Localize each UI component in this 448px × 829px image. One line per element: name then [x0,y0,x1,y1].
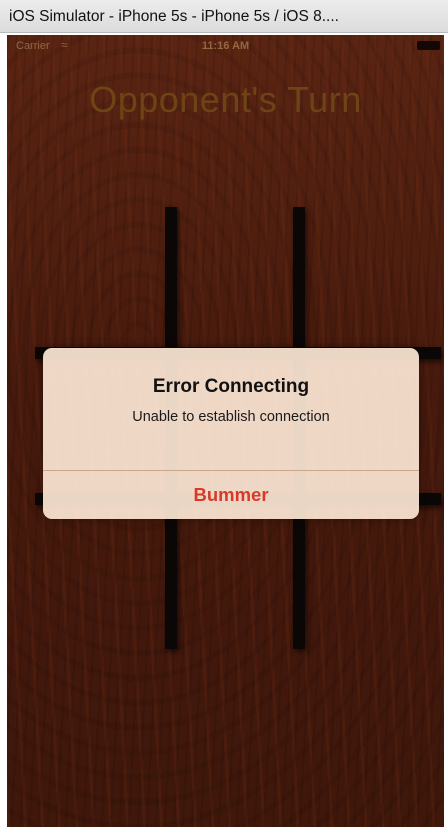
turn-indicator: Opponent's Turn [89,79,362,120]
alert-title: Error Connecting [152,376,310,397]
phone-screen: Carrier ≈ 11:16 AM Opponent's Turn Error… [7,35,444,827]
status-bar: Carrier ≈ 11:16 AM [7,35,444,57]
battery-icon [417,41,440,50]
bummer-button[interactable]: Bummer [43,471,419,519]
status-time: 11:16 AM [201,40,250,52]
simulator-title-bar: iOS Simulator - iPhone 5s - iPhone 5s / … [0,0,448,33]
error-alert-dialog: Error Connecting Unable to establish con… [43,348,419,519]
window-title: iOS Simulator - iPhone 5s - iPhone 5s / … [9,8,339,25]
alert-message: Unable to establish connection [132,409,330,425]
